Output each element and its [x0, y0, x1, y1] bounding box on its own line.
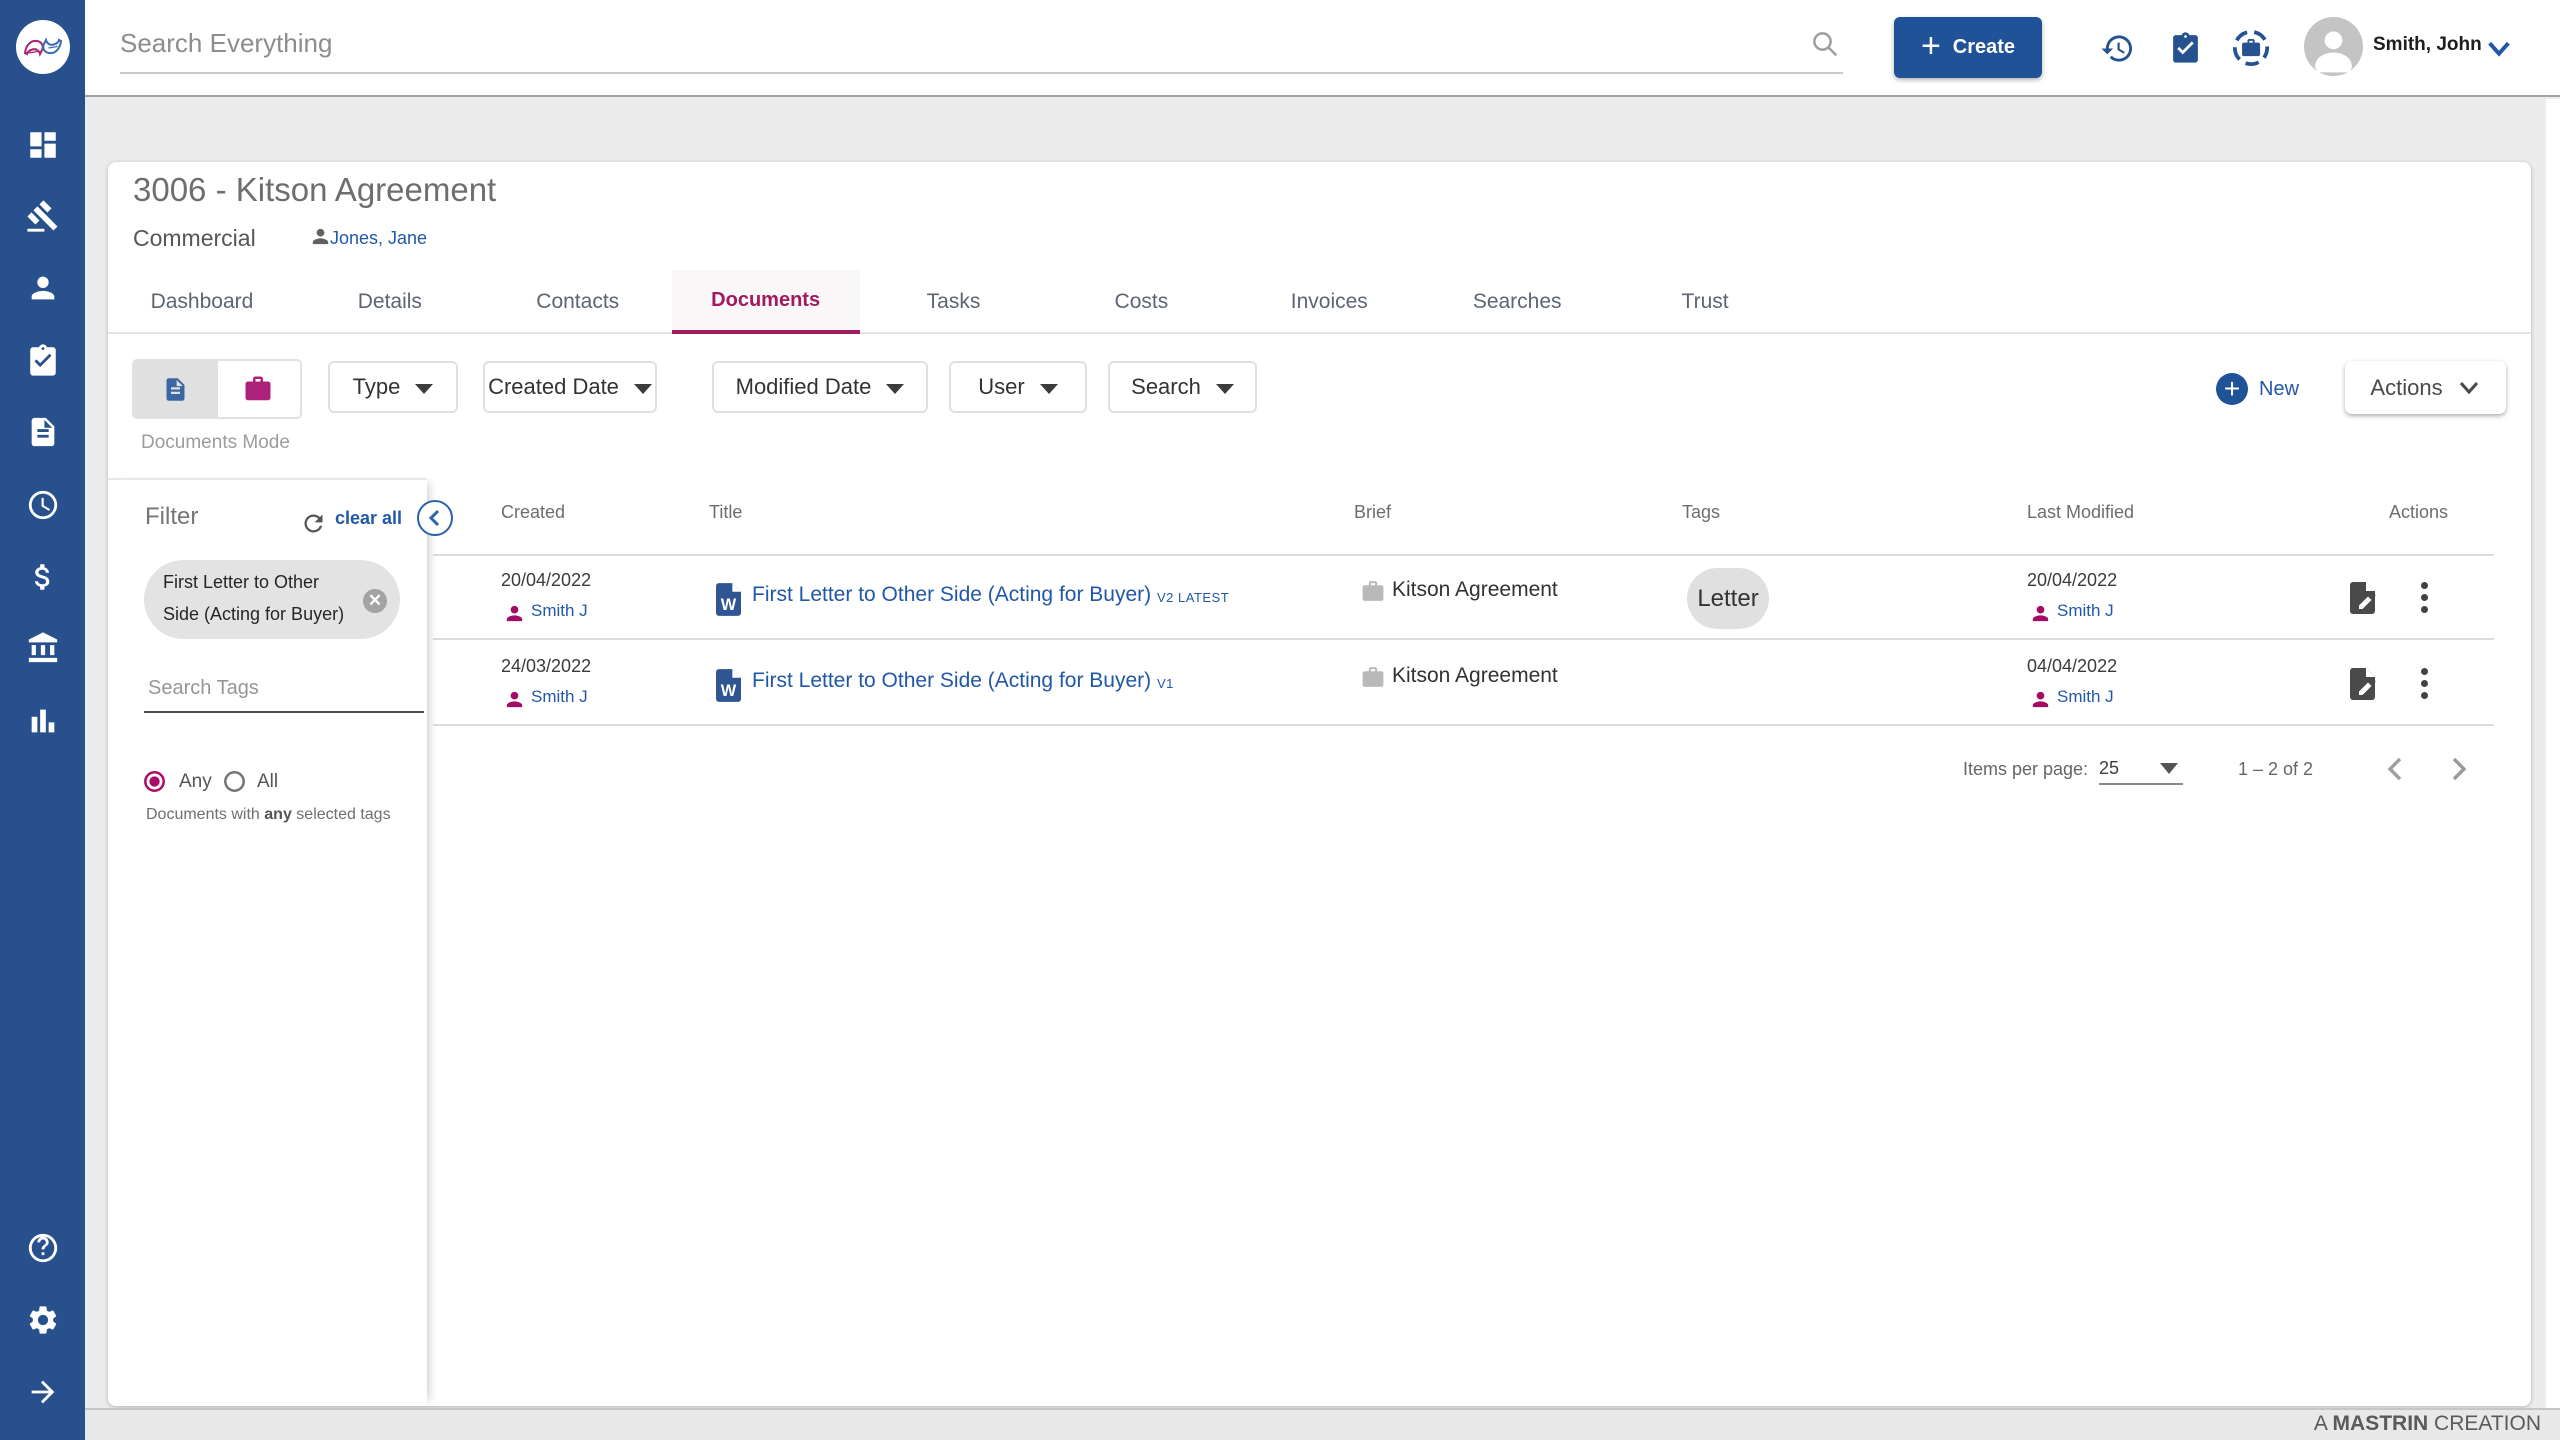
svg-text:W: W [721, 596, 737, 614]
svg-text:W: W [721, 682, 737, 700]
